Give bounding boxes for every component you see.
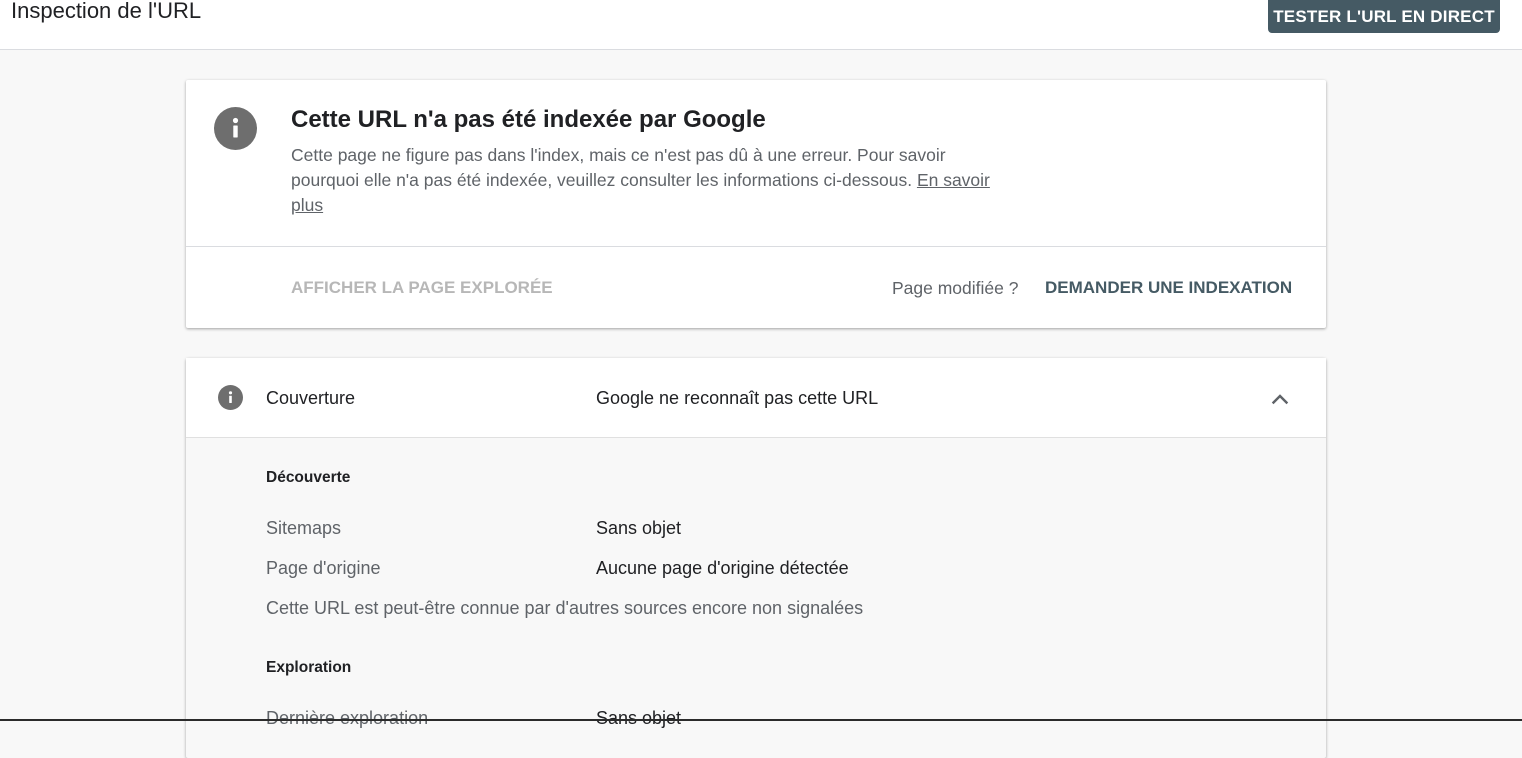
coverage-header[interactable]: Couverture Google ne reconnaît pas cette… [186, 358, 1326, 438]
info-icon [214, 107, 257, 150]
referring-page-value: Aucune page d'origine détectée [596, 558, 849, 578]
top-header: Inspection de l'URL TESTER L'URL EN DIRE… [0, 0, 1522, 50]
coverage-card: Couverture Google ne reconnaît pas cette… [186, 358, 1326, 758]
crawl-section-title: Exploration [266, 659, 352, 676]
last-crawl-value: Sans objet [596, 708, 682, 728]
card-divider [186, 246, 1326, 247]
discovery-note: Cette URL est peut-être connue par d'aut… [266, 598, 864, 618]
description-text: Cette page ne figure pas dans l'index, m… [291, 145, 946, 190]
request-indexing-button[interactable]: DEMANDER UNE INDEXATION [1045, 276, 1292, 300]
page-title: Inspection de l'URL [11, 0, 202, 23]
index-status-heading: Cette URL n'a pas été indexée par Google [291, 106, 766, 133]
last-crawl-label: Dernière exploration [266, 708, 429, 728]
view-crawled-page-button[interactable]: AFFICHER LA PAGE EXPLORÉE [291, 276, 553, 300]
sitemaps-label: Sitemaps [266, 518, 342, 538]
discovery-section-title: Découverte [266, 469, 351, 486]
coverage-label: Couverture [266, 388, 356, 408]
index-status-card: Cette URL n'a pas été indexée par Google… [186, 80, 1326, 328]
referring-page-label: Page d'origine [266, 558, 381, 578]
info-icon [218, 385, 243, 410]
sitemaps-value: Sans objet [596, 518, 682, 538]
page-modified-label: Page modifiée ? [892, 278, 1019, 298]
test-live-url-button[interactable]: TESTER L'URL EN DIRECT [1268, 0, 1500, 33]
coverage-status: Google ne reconnaît pas cette URL [596, 388, 879, 408]
chevron-up-icon[interactable] [1268, 387, 1292, 411]
index-status-description: Cette page ne figure pas dans l'index, m… [291, 143, 1001, 218]
